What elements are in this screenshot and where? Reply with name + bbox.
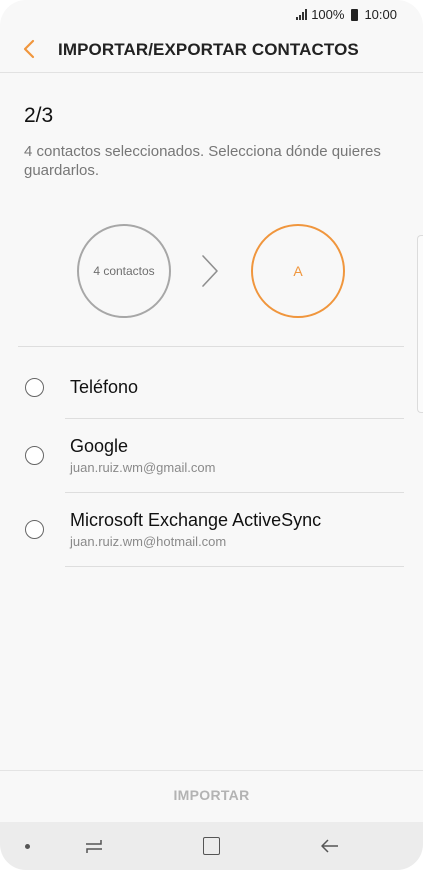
option-account: juan.ruiz.wm@gmail.com [70, 460, 216, 475]
destination-options: Teléfono Google juan.ruiz.wm@gmail.com M… [0, 347, 423, 567]
option-label: Teléfono [70, 377, 139, 397]
back-arrow-icon[interactable] [320, 836, 340, 856]
step-indicator: 2/3 [24, 104, 54, 127]
signal-icon [296, 9, 308, 20]
chevron-right-icon [202, 255, 218, 287]
radio-button[interactable] [25, 446, 44, 465]
option-exchange[interactable]: Microsoft Exchange ActiveSync juan.ruiz.… [0, 493, 423, 567]
source-circle: 4 contactos [77, 224, 171, 318]
battery-percent: 100% [311, 7, 345, 22]
navigation-bar [0, 822, 423, 870]
option-google[interactable]: Google juan.ruiz.wm@gmail.com [0, 419, 423, 493]
destination-circle: A [251, 224, 345, 318]
import-button[interactable]: IMPORTAR [0, 787, 423, 803]
clock: 10:00 [364, 7, 397, 22]
screen: 100% 10:00 IMPORTAR/EXPORTAR CONTACTOS 2… [0, 0, 423, 870]
option-account: juan.ruiz.wm@hotmail.com [70, 534, 227, 549]
chevron-left-icon[interactable] [20, 37, 40, 61]
battery-icon [351, 8, 359, 21]
home-icon[interactable] [203, 837, 220, 855]
source-label: 4 contactos [93, 264, 155, 278]
destination-label: A [293, 263, 303, 279]
status-bar: 100% 10:00 [0, 0, 423, 28]
status-right: 100% 10:00 [296, 7, 397, 22]
recents-icon[interactable] [84, 836, 104, 856]
radio-button[interactable] [25, 520, 44, 539]
step-description: 4 contactos seleccionados. Selecciona dó… [24, 143, 381, 179]
radio-button[interactable] [25, 378, 44, 397]
option-label: Microsoft Exchange ActiveSync [70, 510, 322, 530]
option-label: Google [70, 436, 129, 456]
app-header: IMPORTAR/EXPORTAR CONTACTOS [0, 28, 423, 73]
divider [65, 566, 404, 567]
option-telefono[interactable]: Teléfono [0, 347, 423, 419]
dot-icon[interactable] [25, 844, 30, 849]
bottom-action-bar: IMPORTAR [0, 770, 423, 822]
page-title: IMPORTAR/EXPORTAR CONTACTOS [58, 40, 359, 59]
